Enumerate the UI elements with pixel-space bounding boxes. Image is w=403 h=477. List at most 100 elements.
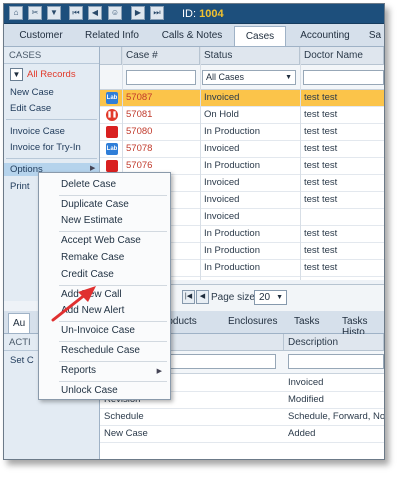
tab-enclosures[interactable]: Enclosures — [228, 316, 277, 327]
previous-page-icon[interactable]: ◀ — [88, 6, 102, 20]
table-row[interactable]: Lab 57087 Invoiced test test — [100, 90, 384, 107]
status-cell: In Production — [204, 245, 260, 256]
menu-item-delete-case[interactable]: Delete Case — [61, 179, 116, 190]
menu-item-unlock-case[interactable]: Unlock Case — [61, 385, 118, 396]
filter-row: All Cases ▼ — [100, 65, 384, 90]
chevron-down-icon: ▼ — [276, 294, 283, 301]
menu-item-duplicate-case[interactable]: Duplicate Case — [61, 199, 129, 210]
all-records-link[interactable]: All Records — [27, 69, 76, 80]
menu-separator — [59, 361, 167, 362]
funnel-icon[interactable]: ▼ — [10, 68, 23, 81]
description-cell: Added — [288, 428, 316, 439]
tab-audit[interactable]: Au — [8, 313, 31, 333]
main-tabs: Customer Related Info Calls & Notes Case… — [4, 24, 384, 47]
tab-related-info[interactable]: Related Info — [74, 26, 150, 46]
status-filter-value: All Cases — [206, 72, 245, 82]
menu-separator — [59, 195, 167, 196]
table-row[interactable]: 57080 In Production test test — [100, 124, 384, 141]
chevron-down-icon: ▼ — [285, 74, 292, 81]
doctor-name-cell: test test — [304, 143, 338, 154]
invoice-try-in-link[interactable]: Invoice for Try-In — [10, 142, 81, 153]
first-page-icon[interactable]: ⏮ — [69, 6, 83, 20]
table-row[interactable]: ❚❚ 57081 On Hold test test — [100, 107, 384, 124]
filter-icon[interactable]: ▼ — [47, 6, 61, 20]
doctor-name-cell: test test — [304, 160, 338, 171]
page-size-select[interactable]: 20 ▼ — [254, 290, 287, 305]
tab-accounting[interactable]: Accounting — [288, 26, 362, 46]
page-size-value: 20 — [259, 292, 271, 303]
cases-panel-header: CASES — [4, 47, 99, 64]
page-size-label: Page size: — [211, 292, 258, 303]
chevron-right-icon: ▶ — [156, 368, 162, 375]
next-page-icon[interactable]: ▶ — [131, 6, 145, 20]
print-link[interactable]: Print — [10, 181, 30, 192]
tab-tasks[interactable]: Tasks — [294, 316, 320, 327]
menu-item-credit-case[interactable]: Credit Case — [61, 269, 114, 280]
edit-case-link[interactable]: Edit Case — [10, 103, 51, 114]
doctor-name-cell: test test — [304, 194, 338, 205]
menu-item-reports[interactable]: Reports — [61, 365, 96, 376]
menu-item-add-new-call[interactable]: Add New Call — [61, 289, 122, 300]
menu-separator — [59, 231, 167, 232]
options-context-menu: Delete Case Duplicate Case New Estimate … — [38, 172, 171, 400]
menu-item-new-estimate[interactable]: New Estimate — [61, 215, 123, 226]
app-window: ⌂ ✂ ▼ ⏮ ◀ ☺ ▶ ⏭ ID: 1004 Customer Relate… — [3, 3, 385, 460]
tools-icon[interactable]: ✂ — [28, 6, 42, 20]
column-header-status[interactable]: Status — [200, 47, 300, 65]
menu-item-accept-web-case[interactable]: Accept Web Case — [61, 235, 141, 246]
case-number-cell: 57078 — [126, 143, 153, 154]
tab-cases[interactable]: Cases — [234, 26, 286, 46]
users-icon[interactable]: ☺ — [108, 6, 122, 20]
doctor-filter-input[interactable] — [303, 70, 384, 85]
doctor-name-cell: test test — [304, 228, 338, 239]
tab-customer[interactable]: Customer — [10, 26, 72, 46]
doctor-name-cell: test test — [304, 262, 338, 273]
status-cell: In Production — [204, 228, 260, 239]
table-row[interactable]: Schedule Schedule, Forward, Normal — [100, 409, 384, 426]
description-filter-input[interactable] — [288, 354, 384, 369]
case-filter-input[interactable] — [126, 70, 196, 85]
status-cell: Invoiced — [204, 211, 240, 222]
hold-icon: ❚❚ — [106, 109, 118, 121]
set-action-link[interactable]: Set C — [10, 355, 34, 366]
column-header-icon[interactable] — [100, 47, 122, 65]
prev-page-button[interactable]: ◀ — [196, 290, 209, 304]
id-label: ID: — [182, 8, 197, 20]
home-icon[interactable]: ⌂ — [9, 6, 23, 20]
case-number-cell: 57076 — [126, 160, 153, 171]
doctor-name-cell: test test — [304, 109, 338, 120]
status-cell: On Hold — [204, 109, 239, 120]
invoice-case-link[interactable]: Invoice Case — [10, 126, 65, 137]
stop-icon — [106, 126, 118, 138]
action-cell: Schedule — [104, 411, 144, 422]
menu-separator — [59, 381, 167, 382]
doctor-name-cell: test test — [304, 245, 338, 256]
stop-icon — [106, 160, 118, 172]
case-number-cell: 57081 — [126, 109, 153, 120]
menu-item-reschedule-case[interactable]: Reschedule Case — [61, 345, 140, 356]
record-id: ID: 1004 — [182, 8, 224, 20]
status-cell: Invoiced — [204, 177, 240, 188]
doctor-name-cell: test test — [304, 92, 338, 103]
chevron-right-icon: ▶ — [90, 165, 96, 172]
menu-separator — [59, 341, 167, 342]
table-row[interactable]: Lab 57078 Invoiced test test — [100, 141, 384, 158]
menu-item-un-invoice-case[interactable]: Un-Invoice Case — [61, 325, 135, 336]
doctor-name-cell: test test — [304, 126, 338, 137]
new-case-link[interactable]: New Case — [10, 87, 54, 98]
column-header-case[interactable]: Case # — [122, 47, 200, 65]
lab-icon: Lab — [106, 92, 118, 104]
description-cell: Invoiced — [288, 377, 324, 388]
column-header-description[interactable]: Description — [284, 334, 384, 351]
menu-item-remake-case[interactable]: Remake Case — [61, 252, 124, 263]
table-row[interactable]: New Case Added — [100, 426, 384, 443]
first-page-button[interactable]: |◀ — [182, 290, 195, 304]
status-filter-select[interactable]: All Cases ▼ — [202, 70, 296, 85]
tab-calls-notes[interactable]: Calls & Notes — [152, 26, 232, 46]
doctor-name-cell: test test — [304, 177, 338, 188]
menu-item-add-new-alert[interactable]: Add New Alert — [61, 305, 124, 316]
last-page-icon[interactable]: ⏭ — [150, 6, 164, 20]
tab-sales[interactable]: Sa — [364, 26, 384, 46]
column-header-doctor[interactable]: Doctor Name — [300, 47, 384, 65]
id-value: 1004 — [199, 8, 224, 20]
